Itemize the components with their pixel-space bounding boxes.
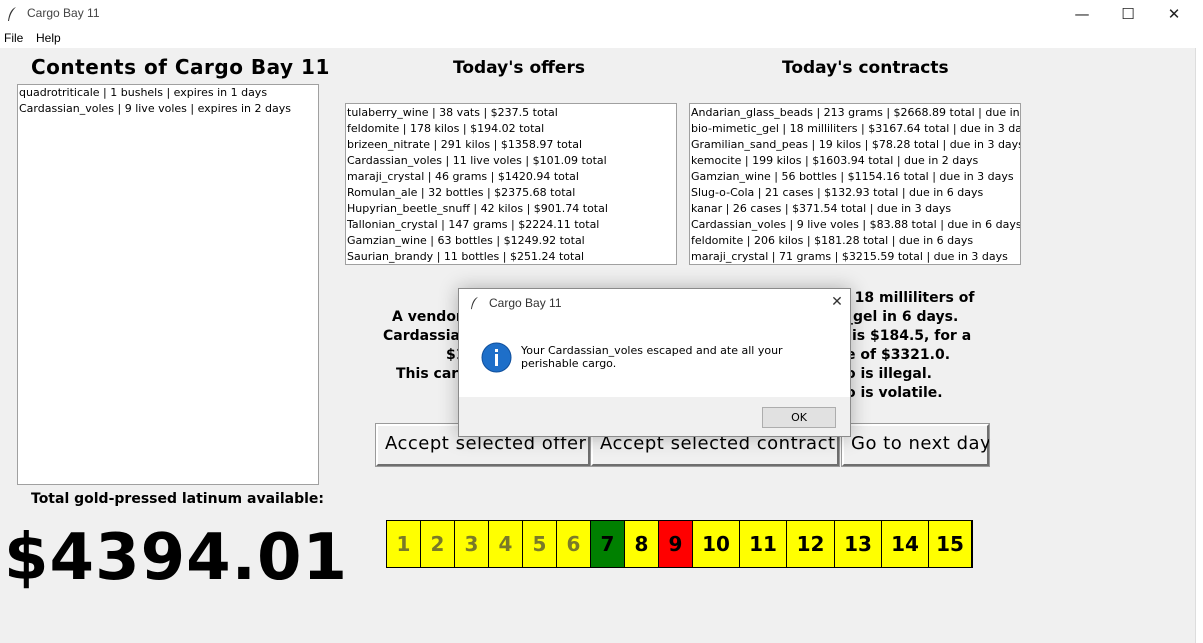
menu-help[interactable]: Help bbox=[36, 31, 61, 45]
list-item[interactable]: Saurian_brandy | 11 bottles | $251.24 to… bbox=[346, 249, 676, 264]
description-line: is $184.5, for a bbox=[852, 328, 972, 344]
minimize-icon: — bbox=[1074, 5, 1090, 23]
list-item[interactable]: Hupyrian_beetle_snuff | 42 kilos | $901.… bbox=[346, 201, 676, 217]
offers-heading: Today's offers bbox=[453, 58, 585, 78]
dialog-title: Cargo Bay 11 bbox=[489, 296, 562, 310]
list-item[interactable]: feldomite | 206 kilos | $181.28 total | … bbox=[690, 233, 1020, 249]
title-bar: Cargo Bay 11 — ☐ ✕ bbox=[0, 0, 1203, 29]
list-item[interactable]: maraji_crystal | 71 grams | $3215.59 tot… bbox=[690, 249, 1020, 264]
list-item[interactable]: kanar | 26 cases | $371.54 total | due i… bbox=[690, 201, 1020, 217]
day-cell: 5 bbox=[523, 521, 557, 567]
day-cell: 6 bbox=[557, 521, 591, 567]
list-item[interactable]: tulaberry_wine | 38 vats | $237.5 total bbox=[346, 105, 676, 121]
close-icon: ✕ bbox=[831, 294, 843, 310]
day-tracker: 1 2 3 4 5 6 7 8 9 10 11 12 13 14 15 bbox=[386, 520, 973, 568]
list-item[interactable]: Gamzian_wine | 63 bottles | $1249.92 tot… bbox=[346, 233, 676, 249]
day-cell: 3 bbox=[455, 521, 489, 567]
list-item[interactable]: quadrotriticale | 1 bushels | expires in… bbox=[18, 85, 318, 101]
description-line: o is illegal. bbox=[846, 366, 932, 382]
menu-file[interactable]: File bbox=[4, 31, 23, 45]
contracts-heading: Today's contracts bbox=[782, 58, 949, 78]
description-line: e of $3321.0. bbox=[846, 347, 951, 363]
window-title: Cargo Bay 11 bbox=[27, 6, 100, 20]
feather-icon bbox=[471, 296, 478, 310]
day-cell: 14 bbox=[882, 521, 929, 567]
list-item[interactable]: bio-mimetic_gel | 18 milliliters | $3167… bbox=[690, 121, 1020, 137]
bay-heading: Contents of Cargo Bay 11 bbox=[31, 55, 330, 79]
day-cell: 7 bbox=[591, 521, 625, 567]
list-item[interactable]: maraji_crystal | 46 grams | $1420.94 tot… bbox=[346, 169, 676, 185]
description-line: _gel in 6 days. bbox=[846, 309, 959, 325]
description-line: Cardassian bbox=[383, 328, 470, 344]
list-item[interactable]: Tallonian_crystal | 147 grams | $2224.11… bbox=[346, 217, 676, 233]
next-day-button[interactable]: Go to next day bbox=[841, 423, 991, 467]
feather-icon bbox=[8, 7, 16, 21]
minimize-button[interactable]: — bbox=[1059, 0, 1105, 29]
list-item[interactable]: Slug-o-Cola | 21 cases | $132.93 total |… bbox=[690, 185, 1020, 201]
list-item[interactable]: Andarian_glass_beads | 213 grams | $2668… bbox=[690, 105, 1020, 121]
list-item[interactable]: Romulan_ale | 32 bottles | $2375.68 tota… bbox=[346, 185, 676, 201]
message-dialog: Cargo Bay 11 ✕ Your Cardassian_voles esc… bbox=[458, 288, 851, 437]
day-cell: 4 bbox=[489, 521, 523, 567]
day-cell: 2 bbox=[421, 521, 455, 567]
description-line: l 18 milliliters of bbox=[845, 290, 975, 306]
bay-contents-list[interactable]: quadrotriticale | 1 bushels | expires in… bbox=[17, 84, 319, 485]
list-item[interactable]: Gamzian_wine | 56 bottles | $1154.16 tot… bbox=[690, 169, 1020, 185]
maximize-icon: ☐ bbox=[1121, 5, 1135, 23]
latinum-amount: $4394.01 bbox=[4, 521, 349, 595]
list-item[interactable]: feldomite | 178 kilos | $194.02 total bbox=[346, 121, 676, 137]
background-window-edge bbox=[1195, 48, 1203, 643]
close-icon: ✕ bbox=[1167, 5, 1181, 23]
list-item[interactable]: brizeen_nitrate | 291 kilos | $1358.97 t… bbox=[346, 137, 676, 153]
day-cell: 9 bbox=[659, 521, 693, 567]
info-icon bbox=[481, 342, 512, 373]
dialog-message: Your Cardassian_voles escaped and ate al… bbox=[521, 344, 783, 370]
day-cell: 15 bbox=[929, 521, 972, 567]
ok-button[interactable]: OK bbox=[762, 407, 836, 428]
day-cell: 12 bbox=[787, 521, 835, 567]
dialog-close-button[interactable]: ✕ bbox=[827, 292, 847, 312]
contracts-list[interactable]: Andarian_glass_beads | 213 grams | $2668… bbox=[689, 103, 1021, 265]
maximize-button[interactable]: ☐ bbox=[1105, 0, 1151, 29]
menu-bar: File Help bbox=[0, 29, 1203, 48]
day-cell: 13 bbox=[835, 521, 882, 567]
description-line: o is volatile. bbox=[846, 385, 943, 401]
list-item[interactable]: Cardassian_voles | 9 live voles | $83.88… bbox=[690, 217, 1020, 233]
list-item[interactable]: Gramilian_sand_peas | 19 kilos | $78.28 … bbox=[690, 137, 1020, 153]
description-line: A vendor bbox=[392, 309, 463, 325]
close-window-button[interactable]: ✕ bbox=[1151, 0, 1197, 29]
list-item[interactable]: Cardassian_voles | 9 live voles | expire… bbox=[18, 101, 318, 117]
latinum-label: Total gold-pressed latinum available: bbox=[31, 491, 324, 507]
list-item[interactable]: kemocite | 199 kilos | $1603.94 total | … bbox=[690, 153, 1020, 169]
day-cell: 10 bbox=[693, 521, 740, 567]
day-cell: 8 bbox=[625, 521, 659, 567]
list-item[interactable]: Cardassian_voles | 11 live voles | $101.… bbox=[346, 153, 676, 169]
day-cell: 11 bbox=[740, 521, 787, 567]
dialog-footer: OK bbox=[459, 397, 850, 436]
offers-list[interactable]: tulaberry_wine | 38 vats | $237.5 total … bbox=[345, 103, 677, 265]
day-cell: 1 bbox=[387, 521, 421, 567]
